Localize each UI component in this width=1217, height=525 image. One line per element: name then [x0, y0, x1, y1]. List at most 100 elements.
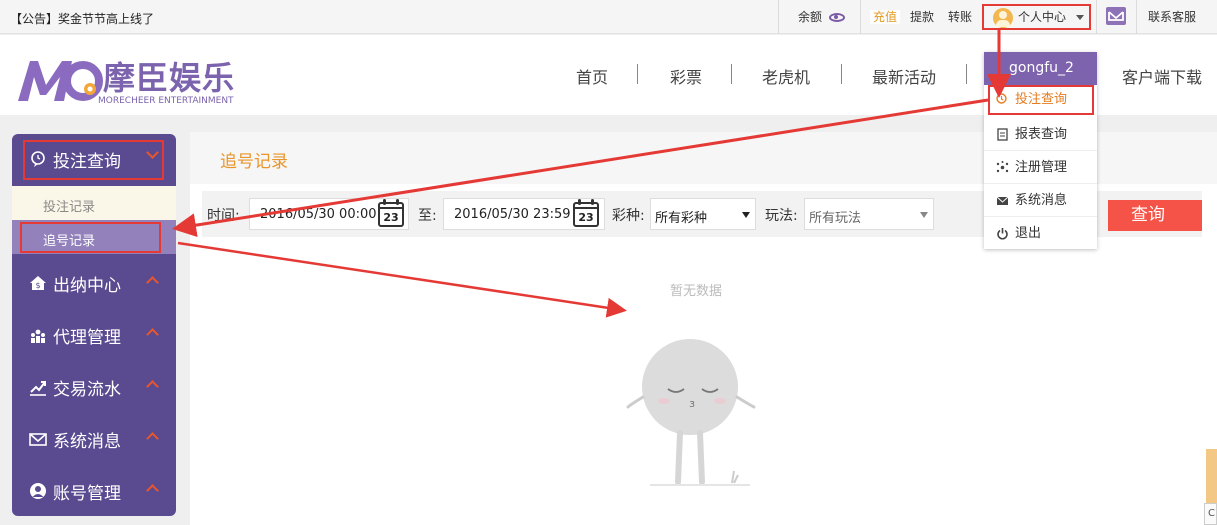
chevron-up-icon	[146, 380, 159, 393]
logo-title: 摩臣娱乐	[103, 59, 236, 97]
balance-toggle[interactable]: 余额	[798, 0, 845, 34]
annotation-highlight	[23, 140, 164, 180]
menu-item-bet-query[interactable]: 投注查询	[988, 85, 1094, 115]
sidebar-item-bet-records[interactable]: 投注记录	[12, 186, 176, 220]
recharge-label: 充值	[870, 10, 901, 24]
start-date-field[interactable]: 2016/05/30 00:00 23	[249, 198, 409, 230]
play-select[interactable]: 所有玩法	[804, 198, 934, 230]
nav-lottery[interactable]: 彩票	[670, 64, 702, 88]
menu-item-label: 注册管理	[1015, 160, 1068, 175]
transfer-link[interactable]: 转账	[948, 0, 972, 34]
menu-item-label: 投注查询	[1015, 92, 1068, 107]
sidebar-group-label: 代理管理	[53, 328, 121, 348]
chevron-up-icon	[146, 276, 159, 289]
side-ad-thumbnail[interactable]	[1206, 449, 1217, 509]
menu-item-registration[interactable]: 注册管理	[984, 151, 1097, 184]
sidebar-group-messages[interactable]: 系统消息	[12, 414, 176, 466]
menu-item-logout[interactable]: 退出	[984, 217, 1097, 250]
end-date-field[interactable]: 2016/05/30 23:59 23	[443, 198, 605, 230]
calendar-icon[interactable]: 23	[378, 199, 404, 227]
customer-service-link[interactable]: 联系客服	[1148, 0, 1196, 34]
menu-item-messages[interactable]: 系统消息	[984, 184, 1097, 217]
chevron-down-icon	[742, 212, 750, 218]
menu-item-label: 系统消息	[1015, 193, 1068, 208]
nav-promotions[interactable]: 最新活动	[872, 64, 936, 88]
sidebar: 投注查询 投注记录 追号记录 $ 出纳中心 代理管理 交易流水 系统消息 账号管…	[12, 134, 176, 516]
menu-item-label: 退出	[1015, 226, 1042, 241]
calendar-icon[interactable]: 23	[573, 199, 599, 227]
lottery-select[interactable]: 所有彩种	[650, 198, 756, 230]
logo-subtitle: MORECHEER ENTERTAINMENT	[98, 96, 234, 106]
house-dollar-icon: $	[30, 276, 46, 290]
empty-state-illustration: ɜ	[626, 339, 756, 486]
divider	[860, 0, 861, 34]
lottery-label: 彩种:	[612, 208, 645, 224]
user-center-label: 个人中心	[1018, 10, 1067, 24]
mail-icon	[996, 196, 1009, 205]
nav-slots[interactable]: 老虎机	[762, 64, 810, 88]
chevron-up-icon	[146, 432, 159, 445]
caret-down-icon	[1076, 15, 1084, 20]
page-title: 追号记录	[220, 152, 288, 172]
user-icon	[30, 483, 46, 499]
power-icon	[997, 228, 1008, 240]
document-icon	[997, 128, 1008, 141]
sidebar-group-account[interactable]: 账号管理	[12, 466, 176, 516]
sidebar-group-bet-query[interactable]: 投注查询	[12, 134, 176, 186]
nav-home[interactable]: 首页	[576, 64, 608, 88]
chart-icon	[30, 381, 46, 396]
recharge-link[interactable]: 充值	[870, 0, 901, 34]
divider	[1096, 0, 1097, 34]
sidebar-group-label: 账号管理	[53, 484, 121, 504]
sidebar-group-agent[interactable]: 代理管理	[12, 310, 176, 362]
empty-state-text: 暂无数据	[670, 284, 723, 299]
calendar-day: 23	[578, 211, 594, 224]
divider	[966, 64, 967, 84]
divider	[1136, 0, 1137, 34]
balance-label: 余额	[798, 10, 823, 24]
query-button[interactable]: 查询	[1108, 200, 1202, 231]
users-icon	[31, 329, 45, 343]
sidebar-group-label: 系统消息	[53, 432, 121, 452]
chevron-down-icon	[920, 212, 928, 218]
avatar-icon	[993, 8, 1013, 28]
logo-icon[interactable]	[16, 55, 104, 108]
play-label: 玩法:	[765, 208, 798, 224]
svg-text:$: $	[35, 281, 40, 290]
user-center-menu[interactable]: 个人中心	[982, 4, 1091, 30]
divider	[778, 0, 779, 34]
sidebar-item-chase-records[interactable]: 追号记录	[12, 220, 176, 254]
dropdown-username: gongfu_2	[984, 52, 1097, 85]
chevron-up-icon	[146, 328, 159, 341]
time-label: 时间:	[207, 208, 240, 224]
annotation-highlight	[20, 222, 161, 253]
page-root: 【公告】奖金节节高上线了 余额 充值 提款 转账 个人中心 联系客服 摩臣娱乐 …	[0, 0, 1217, 525]
sidebar-group-cashier[interactable]: $ 出纳中心	[12, 258, 176, 310]
network-icon	[996, 161, 1009, 173]
divider	[731, 64, 732, 84]
play-select-value: 所有玩法	[809, 211, 862, 226]
user-dropdown-menu: gongfu_2 投注查询 报表查询 注册管理 系统消息 退出	[984, 52, 1097, 249]
withdraw-link[interactable]: 提款	[910, 0, 934, 34]
svg-text:ɜ: ɜ	[689, 397, 695, 410]
eye-icon	[828, 13, 845, 22]
bet-query-icon	[996, 93, 1007, 104]
top-bar: 【公告】奖金节节高上线了 余额 充值 提款 转账 个人中心 联系客服	[0, 0, 1217, 34]
mail-icon	[29, 433, 47, 446]
sidebar-group-transactions[interactable]: 交易流水	[12, 362, 176, 414]
to-label: 至:	[418, 208, 437, 224]
divider	[637, 64, 638, 84]
menu-item-label: 报表查询	[1015, 127, 1068, 142]
mail-icon[interactable]	[1106, 7, 1126, 25]
sidebar-group-label: 出纳中心	[53, 276, 121, 296]
side-widget[interactable]: C	[1204, 503, 1217, 525]
lottery-select-value: 所有彩种	[655, 211, 708, 226]
nav-client-download[interactable]: 客户端下载	[1122, 64, 1202, 88]
menu-item-report-query[interactable]: 报表查询	[984, 118, 1097, 151]
announcement-link[interactable]: 【公告】奖金节节高上线了	[10, 10, 154, 27]
end-date-value: 2016/05/30 23:59	[454, 207, 571, 222]
sidebar-group-label: 交易流水	[53, 380, 121, 400]
sidebar-item-label: 投注记录	[43, 200, 96, 215]
chevron-up-icon	[146, 484, 159, 497]
start-date-value: 2016/05/30 00:00	[260, 207, 377, 222]
